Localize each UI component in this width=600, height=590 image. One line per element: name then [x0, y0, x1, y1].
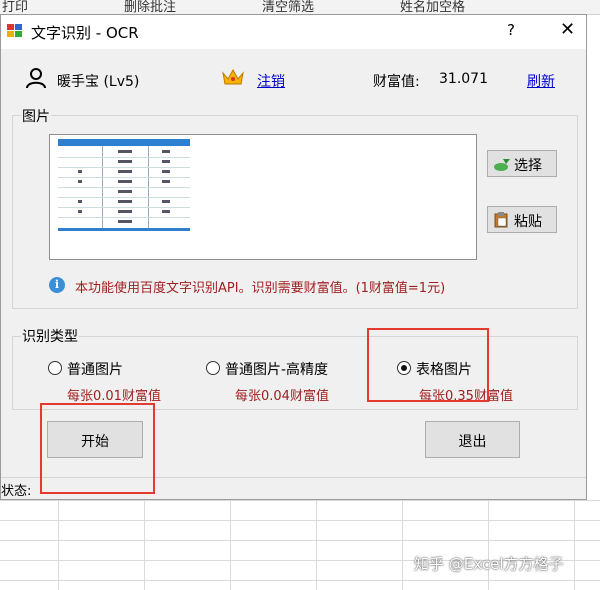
option-high-precision-cost: 每张0.04财富值	[235, 389, 329, 404]
ribbon-name-spacing-label[interactable]: 姓名加空格	[400, 0, 465, 15]
ribbon-delete-comments-label[interactable]: 删除批注	[124, 0, 176, 15]
logout-link[interactable]: 注销	[257, 71, 285, 91]
info-icon: i	[49, 277, 65, 293]
annotation-box-table-option	[367, 328, 489, 402]
user-name: 暖手宝 (Lv5)	[57, 74, 140, 90]
app-icon	[7, 24, 22, 37]
paste-button-label: 粘贴	[514, 214, 542, 230]
annotation-box-start	[40, 403, 155, 494]
paste-image-button[interactable]: 粘贴	[487, 206, 557, 233]
refresh-link[interactable]: 刷新	[527, 71, 555, 91]
title-bar: 文字识别 - OCR ? ✕	[1, 15, 586, 49]
option-normal-image-cost: 每张0.01财富值	[67, 389, 161, 404]
info-note: 本功能使用百度文字识别API。识别需要财富值。(1财富值=1元)	[75, 281, 446, 296]
image-group-legend: 图片	[21, 106, 51, 126]
select-button-label: 选择	[514, 158, 542, 174]
window-title: 文字识别 - OCR	[31, 24, 139, 42]
excel-ribbon: 打印 删除批注 清空筛选 姓名加空格	[0, 0, 600, 15]
option-high-precision-label[interactable]: 普通图片-高精度	[225, 359, 328, 379]
wealth-value: 31.071	[439, 71, 488, 87]
table-thumbnail	[58, 139, 190, 231]
watermark: 知乎 @Excel方方格子	[414, 555, 564, 573]
exit-button[interactable]: 退出	[425, 421, 520, 458]
exit-button-label: 退出	[458, 434, 487, 450]
folder-add-icon	[494, 159, 510, 171]
option-normal-image-label[interactable]: 普通图片	[67, 359, 123, 379]
user-icon	[26, 68, 46, 89]
clipboard-icon	[494, 212, 508, 228]
radio-high-precision[interactable]	[206, 361, 220, 375]
ribbon-clear-filter-label[interactable]: 清空筛选	[262, 0, 314, 15]
crown-icon	[222, 68, 244, 85]
image-preview	[49, 134, 477, 260]
spreadsheet-grid	[0, 500, 600, 590]
select-image-button[interactable]: 选择	[487, 150, 557, 177]
ribbon-print-label[interactable]: 打印	[2, 0, 28, 15]
wealth-label: 财富值:	[373, 74, 420, 90]
status-label: 状态:	[1, 484, 32, 499]
type-group-legend: 识别类型	[21, 326, 79, 346]
radio-normal-image[interactable]	[48, 361, 62, 375]
help-button[interactable]: ?	[507, 21, 515, 39]
close-button[interactable]: ✕	[560, 19, 575, 40]
